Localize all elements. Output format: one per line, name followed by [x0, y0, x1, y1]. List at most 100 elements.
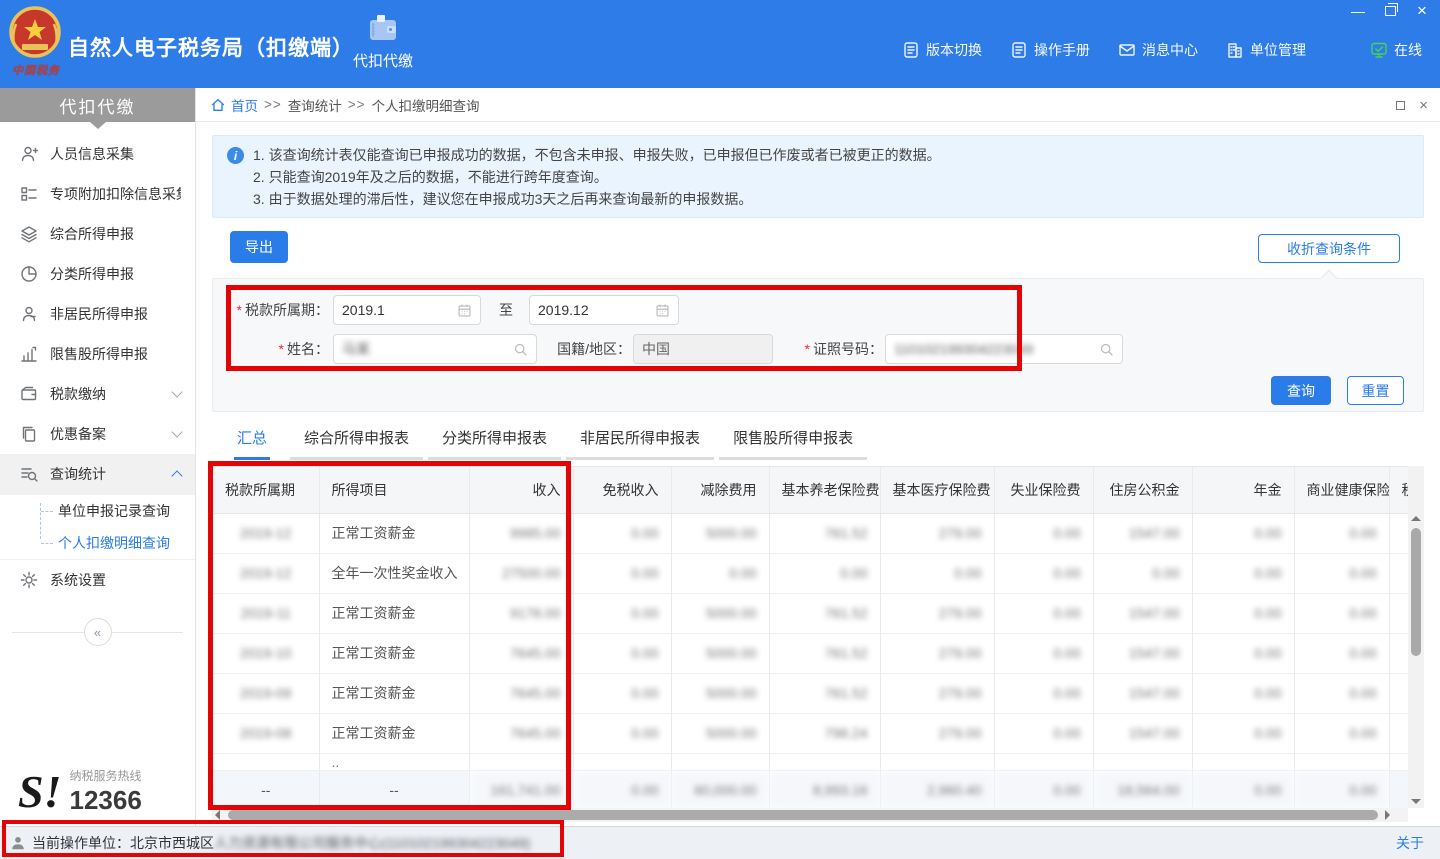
collapse-filters-button[interactable]: 收折查询条件	[1258, 234, 1400, 263]
calendar-icon	[457, 303, 472, 318]
period-to-input[interactable]: 2019.12	[529, 295, 679, 325]
scroll-right-icon[interactable]	[1385, 810, 1390, 820]
cell: 5000.00	[671, 673, 769, 713]
search-button[interactable]: 查询	[1271, 376, 1331, 405]
notice-line: 2. 只能查询2019年及之后的数据，不能进行跨年度查询。	[253, 166, 1409, 188]
sidebar-subitem[interactable]: 个人扣缴明细查询	[0, 527, 195, 559]
panel-maximize-icon[interactable]	[1396, 101, 1405, 110]
cell: 0.00	[1192, 673, 1294, 713]
cell: 1547.00	[1093, 673, 1192, 713]
cell: 761.52	[769, 633, 880, 673]
restore-icon[interactable]	[1382, 4, 1398, 18]
cell: 0.00	[994, 673, 1093, 713]
cell	[1294, 753, 1389, 770]
header-menu-item[interactable]: 版本切换	[902, 40, 982, 60]
close-icon[interactable]: ×	[1414, 4, 1430, 18]
minimize-icon[interactable]: —	[1350, 4, 1366, 18]
name-label: *姓名：	[213, 334, 329, 364]
tab-active[interactable]: 汇总	[234, 427, 270, 460]
app-window: 中国税务 自然人电子税务局（扣缴端） 代扣代缴 — × 版本切换操作手册消息中心…	[0, 0, 1440, 859]
header-menu-item[interactable]: 操作手册	[1010, 40, 1090, 60]
column-header: 税延养老保险	[1389, 467, 1408, 513]
tab-item[interactable]: 分类所得申报表	[428, 427, 561, 460]
period-from-input[interactable]: 2019.1	[333, 295, 481, 325]
sidebar-subitem[interactable]: 单位申报记录查询	[0, 495, 195, 527]
cell: 0.00	[994, 593, 1093, 633]
chevron-up-icon	[171, 470, 182, 481]
document-icon	[902, 41, 920, 59]
breadcrumb-current: 个人扣缴明细查询	[372, 95, 480, 115]
column-header: 税款所属期	[213, 467, 319, 513]
app-title: 自然人电子税务局（扣缴端）	[68, 32, 354, 62]
cell: 0.00	[1093, 553, 1192, 593]
cell: 0.00	[573, 633, 671, 673]
cell	[1389, 633, 1408, 673]
sidebar-item[interactable]: 分类所得申报	[0, 254, 195, 294]
vertical-scroll-thumb[interactable]	[1411, 528, 1421, 656]
cell: 0.00	[769, 553, 880, 593]
sidebar-item[interactable]: 限售股所得申报	[0, 334, 195, 374]
pie-chart-icon	[20, 265, 38, 283]
column-header: 失业保险费	[994, 467, 1093, 513]
sidebar-item[interactable]: 专项附加扣除信息采集	[0, 174, 195, 214]
header-menu-item[interactable]: 消息中心	[1118, 40, 1198, 60]
hotline-mark-icon: S!	[18, 772, 61, 812]
window-controls: — ×	[1350, 4, 1430, 18]
bar-chart-icon	[20, 345, 38, 363]
sidebar-item[interactable]: 综合所得申报	[0, 214, 195, 254]
sidebar-section-title: 代扣代缴	[0, 88, 195, 122]
building-icon	[1226, 41, 1244, 59]
about-link[interactable]: 关于	[1396, 833, 1424, 853]
cell	[1389, 593, 1408, 633]
sidebar-item[interactable]: 非居民所得申报	[0, 294, 195, 334]
id-number-input[interactable]: 110102199304223049	[885, 334, 1123, 364]
cell: 0.00	[573, 713, 671, 753]
sidebar-item[interactable]: 优惠备案	[0, 414, 195, 454]
tab-item[interactable]: 限售股所得申报表	[719, 427, 867, 460]
cell: 5000.00	[671, 513, 769, 553]
header-menu-item[interactable]: 单位管理	[1226, 40, 1306, 60]
breadcrumb-item[interactable]: 查询统计	[288, 95, 342, 115]
table-row: 2019-08正常工资薪金7645.000.005000.00798.24279…	[213, 713, 1408, 753]
cell	[1093, 753, 1192, 770]
cell: 0.00	[573, 553, 671, 593]
sidebar-collapse-button[interactable]: «	[84, 618, 112, 646]
tab-item[interactable]: 非居民所得申报表	[566, 427, 714, 460]
horizontal-scrollbar[interactable]	[212, 808, 1408, 822]
tab-withholding[interactable]: 代扣代缴	[344, 14, 422, 88]
sidebar-item[interactable]: 人员信息采集	[0, 134, 195, 174]
horizontal-scroll-thumb[interactable]	[228, 810, 1378, 820]
cell: 2019-12	[213, 553, 319, 593]
vertical-scrollbar[interactable]	[1408, 466, 1424, 808]
panel-close-icon[interactable]: ×	[1419, 98, 1428, 113]
result-tabs: 汇总综合所得申报表分类所得申报表非居民所得申报表限售股所得申报表	[212, 427, 872, 460]
mail-icon	[1118, 41, 1136, 59]
scroll-up-icon[interactable]	[1411, 516, 1421, 521]
sidebar-item-settings[interactable]: 系统设置	[0, 560, 195, 600]
header-menu-item[interactable]: 在线	[1370, 40, 1422, 60]
sidebar-item[interactable]: 税款缴纳	[0, 374, 195, 414]
cell: 5000.00	[671, 633, 769, 673]
cell	[671, 753, 769, 770]
nationality-label: 国籍/地区：	[543, 334, 631, 364]
cell: 0.00	[1294, 713, 1389, 753]
document-icon	[1010, 41, 1028, 59]
cell	[1389, 553, 1408, 593]
cell: 5000.00	[671, 593, 769, 633]
tab-item[interactable]: 综合所得申报表	[290, 427, 423, 460]
export-button[interactable]: 导出	[230, 231, 288, 263]
cell: 0.00	[1192, 633, 1294, 673]
scroll-down-icon[interactable]	[1411, 799, 1421, 804]
scroll-left-icon[interactable]	[215, 810, 220, 820]
nationality-input[interactable]: 中国	[633, 334, 773, 364]
operating-unit-region: 北京市西城区	[130, 835, 214, 851]
sidebar-item[interactable]: 查询统计	[0, 454, 195, 494]
cell: 0.00	[671, 553, 769, 593]
breadcrumb-home[interactable]: 首页	[231, 95, 258, 115]
reset-button[interactable]: 重置	[1347, 376, 1404, 405]
name-input[interactable]: 马某	[333, 334, 537, 364]
cell: 正常工资薪金	[319, 513, 469, 553]
cell: 9985.00	[469, 513, 573, 553]
cell: 1547.00	[1093, 713, 1192, 753]
cell: 0.00	[994, 553, 1093, 593]
